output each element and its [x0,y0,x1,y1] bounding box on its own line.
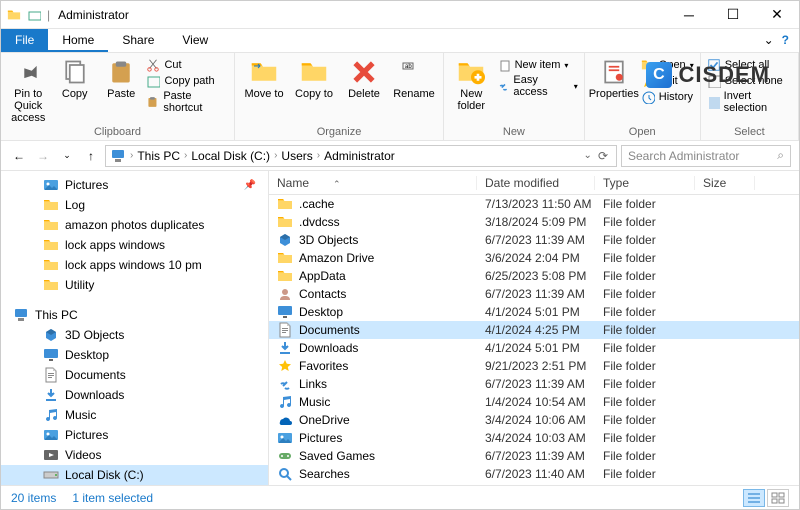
nav-item[interactable]: Local Disk (C:) [1,465,268,485]
file-row[interactable]: Searches 6/7/2023 11:40 AM File folder [269,465,799,483]
qat-icon[interactable] [27,8,41,22]
move-to-button[interactable]: Move to [241,56,287,100]
nav-item[interactable]: Documents [1,365,268,385]
search-icon: ⌕ [777,148,784,163]
forward-button[interactable]: → [33,146,53,166]
cut-button[interactable]: Cut [146,58,228,72]
refresh-button[interactable]: ⟳ [594,149,612,163]
nav-item[interactable]: Desktop [1,345,268,365]
pin-icon: 📌 [244,180,256,191]
group-label-select: Select [707,124,792,138]
invert-selection-button[interactable]: Invert selection [707,90,792,114]
file-row[interactable]: OneDrive 3/4/2024 10:06 AM File folder [269,411,799,429]
crumb-admin[interactable]: Administrator [324,149,395,163]
column-size[interactable]: Size [695,176,755,190]
crumb-disk[interactable]: Local Disk (C:) [191,149,270,163]
ribbon: Pin to Quick access Copy Paste Cut Copy … [1,53,799,141]
back-button[interactable]: ← [9,146,29,166]
addressbar: ← → ⌄ ↑ › This PC› Local Disk (C:)› User… [1,141,799,171]
pin-to-quick-access-button[interactable]: Pin to Quick access [7,56,49,124]
nav-item[interactable]: Utility [1,275,268,295]
details-view-button[interactable] [743,489,765,507]
breadcrumb[interactable]: › This PC› Local Disk (C:)› Users› Admin… [105,145,617,167]
file-row[interactable]: .dvdcss 3/18/2024 5:09 PM File folder [269,213,799,231]
recent-button[interactable]: ⌄ [57,146,77,166]
folder-icon [7,8,21,22]
nav-pane[interactable]: Pictures📌Logamazon photos duplicateslock… [1,171,269,485]
group-label-open: Open [591,124,694,138]
up-button[interactable]: ↑ [81,146,101,166]
new-folder-button[interactable]: New folder [450,56,493,112]
file-list[interactable]: Name⌃ Date modified Type Size .cache 7/1… [269,171,799,485]
tab-home[interactable]: Home [48,29,108,52]
breadcrumb-dropdown[interactable]: ⌄ [584,150,592,161]
group-label-new: New [450,124,578,138]
file-row[interactable]: Documents 4/1/2024 4:25 PM File folder [269,321,799,339]
group-label-clipboard: Clipboard [7,124,228,138]
maximize-button[interactable]: ☐ [711,1,755,29]
nav-item[interactable]: amazon photos duplicates [1,215,268,235]
properties-button[interactable]: Properties [591,56,637,100]
nav-item[interactable]: Videos [1,445,268,465]
paste-button[interactable]: Paste [100,56,142,100]
nav-item[interactable]: Pictures [1,425,268,445]
file-row[interactable]: .cache 7/13/2023 11:50 AM File folder [269,195,799,213]
help-button[interactable]: ? [782,33,789,48]
file-row[interactable]: Desktop 4/1/2024 5:01 PM File folder [269,303,799,321]
tab-share[interactable]: Share [108,29,168,52]
file-row[interactable]: Saved Games 6/7/2023 11:39 AM File folde… [269,447,799,465]
crumb-thispc[interactable]: This PC [137,149,180,163]
svg-text:ab: ab [405,64,412,70]
minimize-button[interactable]: ─ [667,1,711,29]
column-date[interactable]: Date modified [477,176,595,190]
file-row[interactable]: Links 6/7/2023 11:39 AM File folder [269,375,799,393]
nav-thispc[interactable]: This PC [1,305,268,325]
watermark: CCISDEM [646,62,770,88]
copy-path-button[interactable]: Copy path [146,74,228,88]
tab-file[interactable]: File [1,29,48,52]
crumb-users[interactable]: Users [281,149,312,163]
close-button[interactable]: ✕ [755,1,799,29]
group-label-organize: Organize [241,124,437,138]
nav-item[interactable]: Music [1,405,268,425]
statusbar: 20 items 1 item selected [1,485,799,509]
thispc-icon [110,148,126,164]
nav-item[interactable]: lock apps windows [1,235,268,255]
new-item-button[interactable]: New item▾ [497,58,578,72]
copy-to-button[interactable]: Copy to [291,56,337,100]
copy-button[interactable]: Copy [53,56,95,100]
file-row[interactable]: Amazon Drive 3/6/2024 2:04 PM File folde… [269,249,799,267]
file-row[interactable]: Favorites 9/21/2023 2:51 PM File folder [269,357,799,375]
nav-item[interactable]: Log [1,195,268,215]
ribbon-tabs: File Home Share View ⌄ ? [1,29,799,53]
thumbnails-view-button[interactable] [767,489,789,507]
file-row[interactable]: Music 1/4/2024 10:54 AM File folder [269,393,799,411]
window-title: Administrator [58,8,129,22]
qat-divider: | [47,8,50,22]
nav-item[interactable]: Pictures📌 [1,175,268,195]
search-input[interactable]: Search Administrator ⌕ [621,145,791,167]
status-item-count: 20 items [11,491,56,505]
column-type[interactable]: Type [595,176,695,190]
file-row[interactable]: Contacts 6/7/2023 11:39 AM File folder [269,285,799,303]
nav-item[interactable]: lock apps windows 10 pm [1,255,268,275]
file-row[interactable]: AppData 6/25/2023 5:08 PM File folder [269,267,799,285]
column-name[interactable]: Name⌃ [269,176,477,190]
file-row[interactable]: Downloads 4/1/2024 5:01 PM File folder [269,339,799,357]
history-button[interactable]: History [641,90,694,104]
nav-item[interactable]: 3D Objects [1,325,268,345]
tab-view[interactable]: View [168,29,222,52]
easy-access-button[interactable]: Easy access▾ [497,74,578,98]
ribbon-collapse-button[interactable]: ⌄ [764,33,774,48]
delete-button[interactable]: Delete [341,56,387,100]
rename-button[interactable]: abRename [391,56,437,100]
file-row[interactable]: Pictures 3/4/2024 10:03 AM File folder [269,429,799,447]
paste-shortcut-button[interactable]: Paste shortcut [146,90,228,114]
titlebar: | Administrator ─ ☐ ✕ [1,1,799,29]
nav-item[interactable]: Downloads [1,385,268,405]
status-selected-count: 1 item selected [72,491,153,505]
file-row[interactable]: 3D Objects 6/7/2023 11:39 AM File folder [269,231,799,249]
file-row[interactable]: Videos 3/13/2024 10:42 AM File folder [269,483,799,485]
